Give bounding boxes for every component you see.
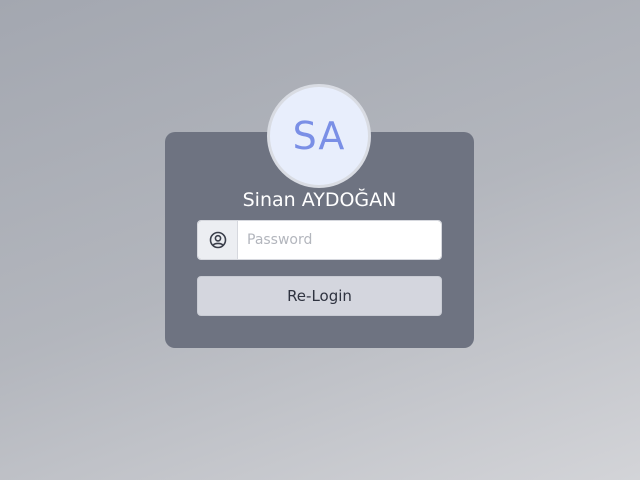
password-input-group: [197, 220, 442, 260]
user-circle-icon: [198, 221, 238, 259]
user-name: Sinan AYDOĞAN: [242, 189, 397, 211]
lock-screen: SA Sinan AYDOĞAN Re-Login: [0, 0, 640, 480]
avatar: SA: [267, 84, 371, 188]
relogin-button[interactable]: Re-Login: [197, 276, 442, 316]
user-circle-icon-svg: [209, 231, 226, 249]
avatar-initials: SA: [292, 114, 346, 158]
password-input[interactable]: [238, 221, 441, 259]
